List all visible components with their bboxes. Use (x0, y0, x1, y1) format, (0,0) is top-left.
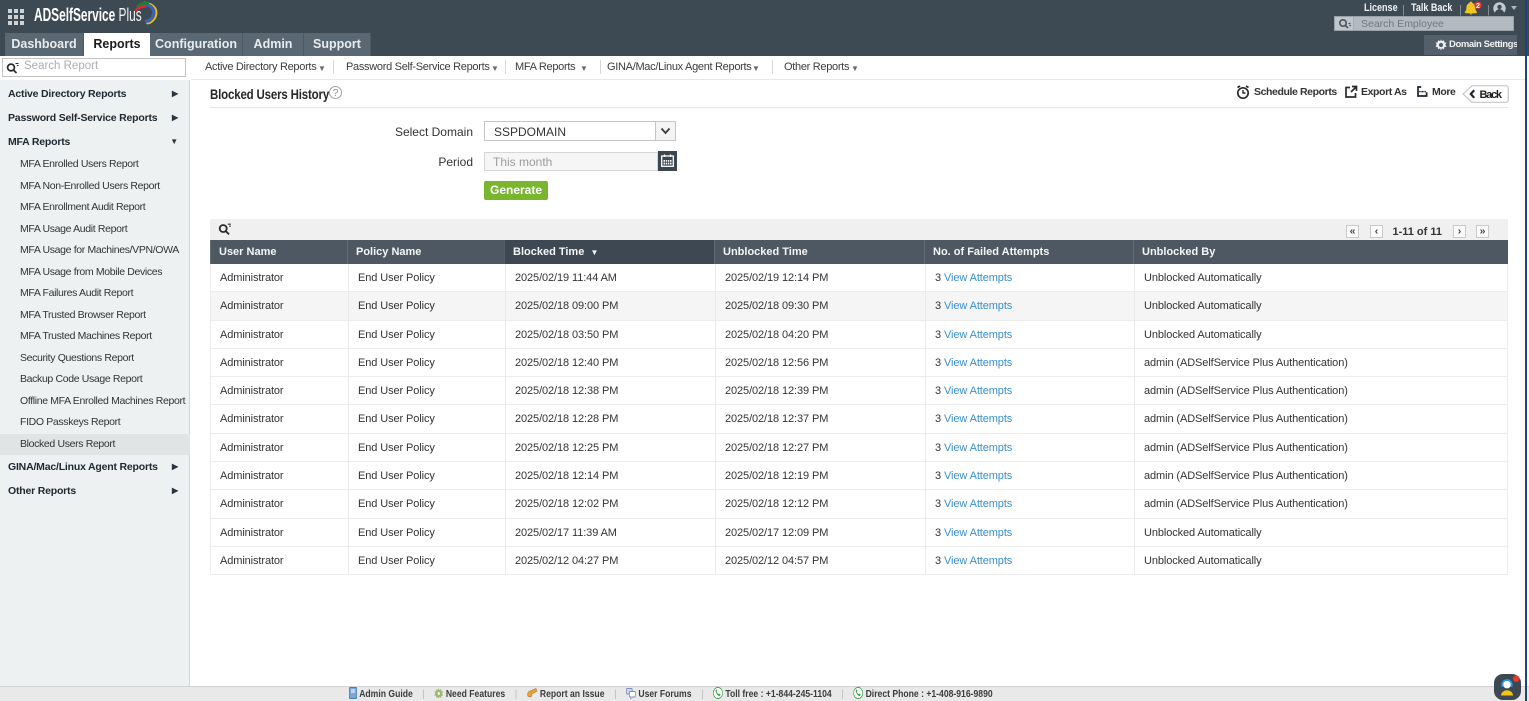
svg-text:2: 2 (1476, 3, 1480, 10)
svg-text:Back: Back (1480, 89, 1503, 101)
